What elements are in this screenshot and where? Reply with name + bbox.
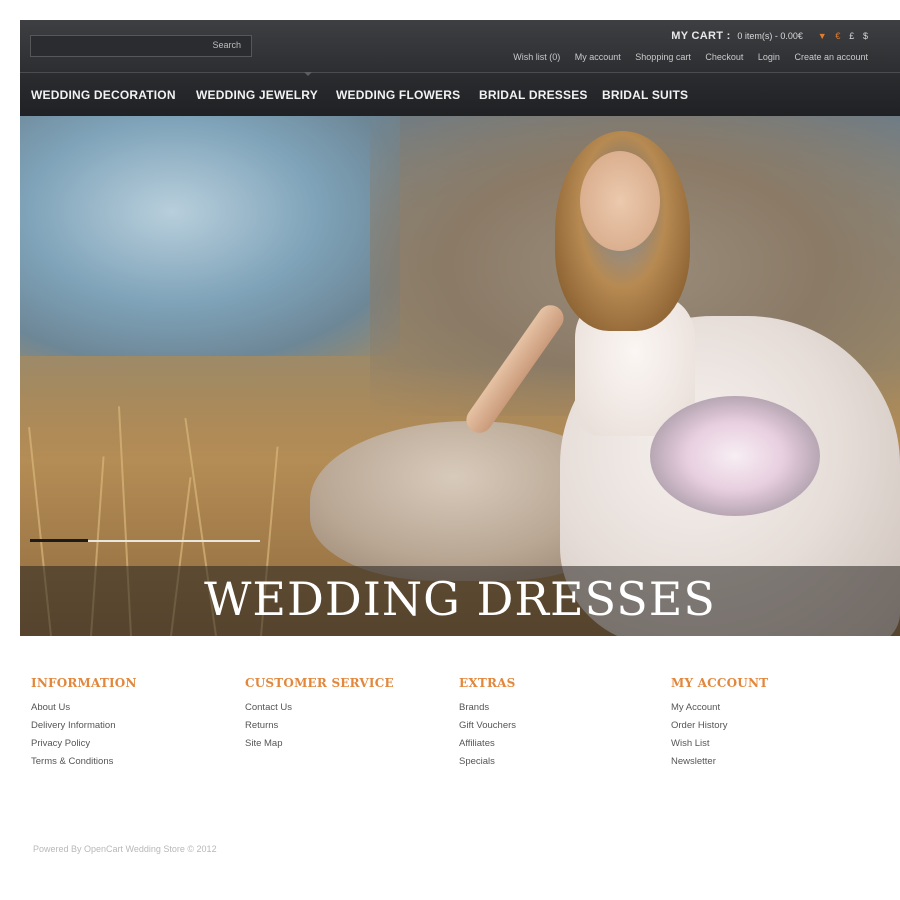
checkout-link[interactable]: Checkout — [705, 52, 743, 62]
nav-item-bridal-suits[interactable]: BRIDAL SUITS — [602, 88, 688, 102]
login-link[interactable]: Login — [758, 52, 780, 62]
nav-item-bridal-dresses[interactable]: BRIDAL DRESSES — [479, 88, 588, 102]
footer-column-my-account: MY ACCOUNT My Account Order History Wish… — [671, 676, 871, 774]
footer-link-my-account[interactable]: My Account — [671, 702, 871, 713]
search-input[interactable] — [35, 38, 205, 54]
footer: INFORMATION About Us Delivery Informatio… — [20, 636, 900, 900]
currency-dollar[interactable]: $ — [863, 31, 868, 41]
create-account-link[interactable]: Create an account — [794, 52, 868, 62]
footer-column-extras: EXTRAS Brands Gift Vouchers Affiliates S… — [459, 676, 659, 774]
hero-title: WEDDING DRESSES — [204, 572, 716, 626]
search-button[interactable]: Search — [212, 40, 241, 50]
cart-label: MY CART : — [671, 30, 731, 42]
footer-link-terms-conditions[interactable]: Terms & Conditions — [31, 756, 231, 767]
powered-by-text: Powered By OpenCart Wedding Store © 2012 — [33, 844, 217, 854]
cart-summary[interactable]: MY CART : 0 item(s) - 0.00€ ▼ € £ $ — [671, 30, 868, 42]
top-links: Wish list (0) My account Shopping cart C… — [501, 52, 868, 62]
footer-link-privacy-policy[interactable]: Privacy Policy — [31, 738, 231, 749]
nav-caret-icon — [304, 72, 312, 76]
slider-progress-active — [30, 539, 88, 542]
footer-column-information: INFORMATION About Us Delivery Informatio… — [31, 676, 231, 774]
footer-link-returns[interactable]: Returns — [245, 720, 445, 731]
footer-link-brands[interactable]: Brands — [459, 702, 659, 713]
footer-link-wish-list[interactable]: Wish List — [671, 738, 871, 749]
footer-column-title: MY ACCOUNT — [671, 676, 769, 690]
footer-column-title: EXTRAS — [459, 676, 516, 690]
footer-link-specials[interactable]: Specials — [459, 756, 659, 767]
currency-pound[interactable]: £ — [849, 31, 854, 41]
search-box: Search — [30, 35, 252, 57]
main-nav: WEDDING DECORATION WEDDING JEWELRY WEDDI… — [20, 72, 900, 116]
footer-column-title: CUSTOMER SERVICE — [245, 676, 394, 690]
cart-value: 0 item(s) - 0.00€ — [737, 31, 803, 41]
wishlist-link[interactable]: Wish list (0) — [513, 52, 560, 62]
footer-link-newsletter[interactable]: Newsletter — [671, 756, 871, 767]
footer-link-contact-us[interactable]: Contact Us — [245, 702, 445, 713]
cart-dropdown-icon[interactable]: ▼ — [818, 31, 827, 41]
hero-bouquet — [650, 396, 820, 516]
footer-link-order-history[interactable]: Order History — [671, 720, 871, 731]
footer-link-site-map[interactable]: Site Map — [245, 738, 445, 749]
site: Search MY CART : 0 item(s) - 0.00€ ▼ € £… — [20, 20, 900, 900]
nav-item-wedding-jewelry[interactable]: WEDDING JEWELRY — [196, 88, 318, 102]
nav-item-wedding-flowers[interactable]: WEDDING FLOWERS — [336, 88, 460, 102]
footer-column-customer-service: CUSTOMER SERVICE Contact Us Returns Site… — [245, 676, 445, 756]
top-header: Search MY CART : 0 item(s) - 0.00€ ▼ € £… — [20, 20, 900, 73]
footer-link-affiliates[interactable]: Affiliates — [459, 738, 659, 749]
footer-link-about-us[interactable]: About Us — [31, 702, 231, 713]
my-account-link[interactable]: My account — [575, 52, 621, 62]
hero-head — [580, 151, 660, 251]
nav-item-wedding-decoration[interactable]: WEDDING DECORATION — [31, 88, 176, 102]
footer-link-gift-vouchers[interactable]: Gift Vouchers — [459, 720, 659, 731]
footer-link-delivery-information[interactable]: Delivery Information — [31, 720, 231, 731]
hero-sea-background — [20, 116, 400, 356]
footer-column-title: INFORMATION — [31, 676, 137, 690]
hero-banner[interactable]: WEDDING DRESSES — [20, 116, 900, 636]
shopping-cart-link[interactable]: Shopping cart — [635, 52, 691, 62]
currency-euro[interactable]: € — [835, 31, 840, 41]
